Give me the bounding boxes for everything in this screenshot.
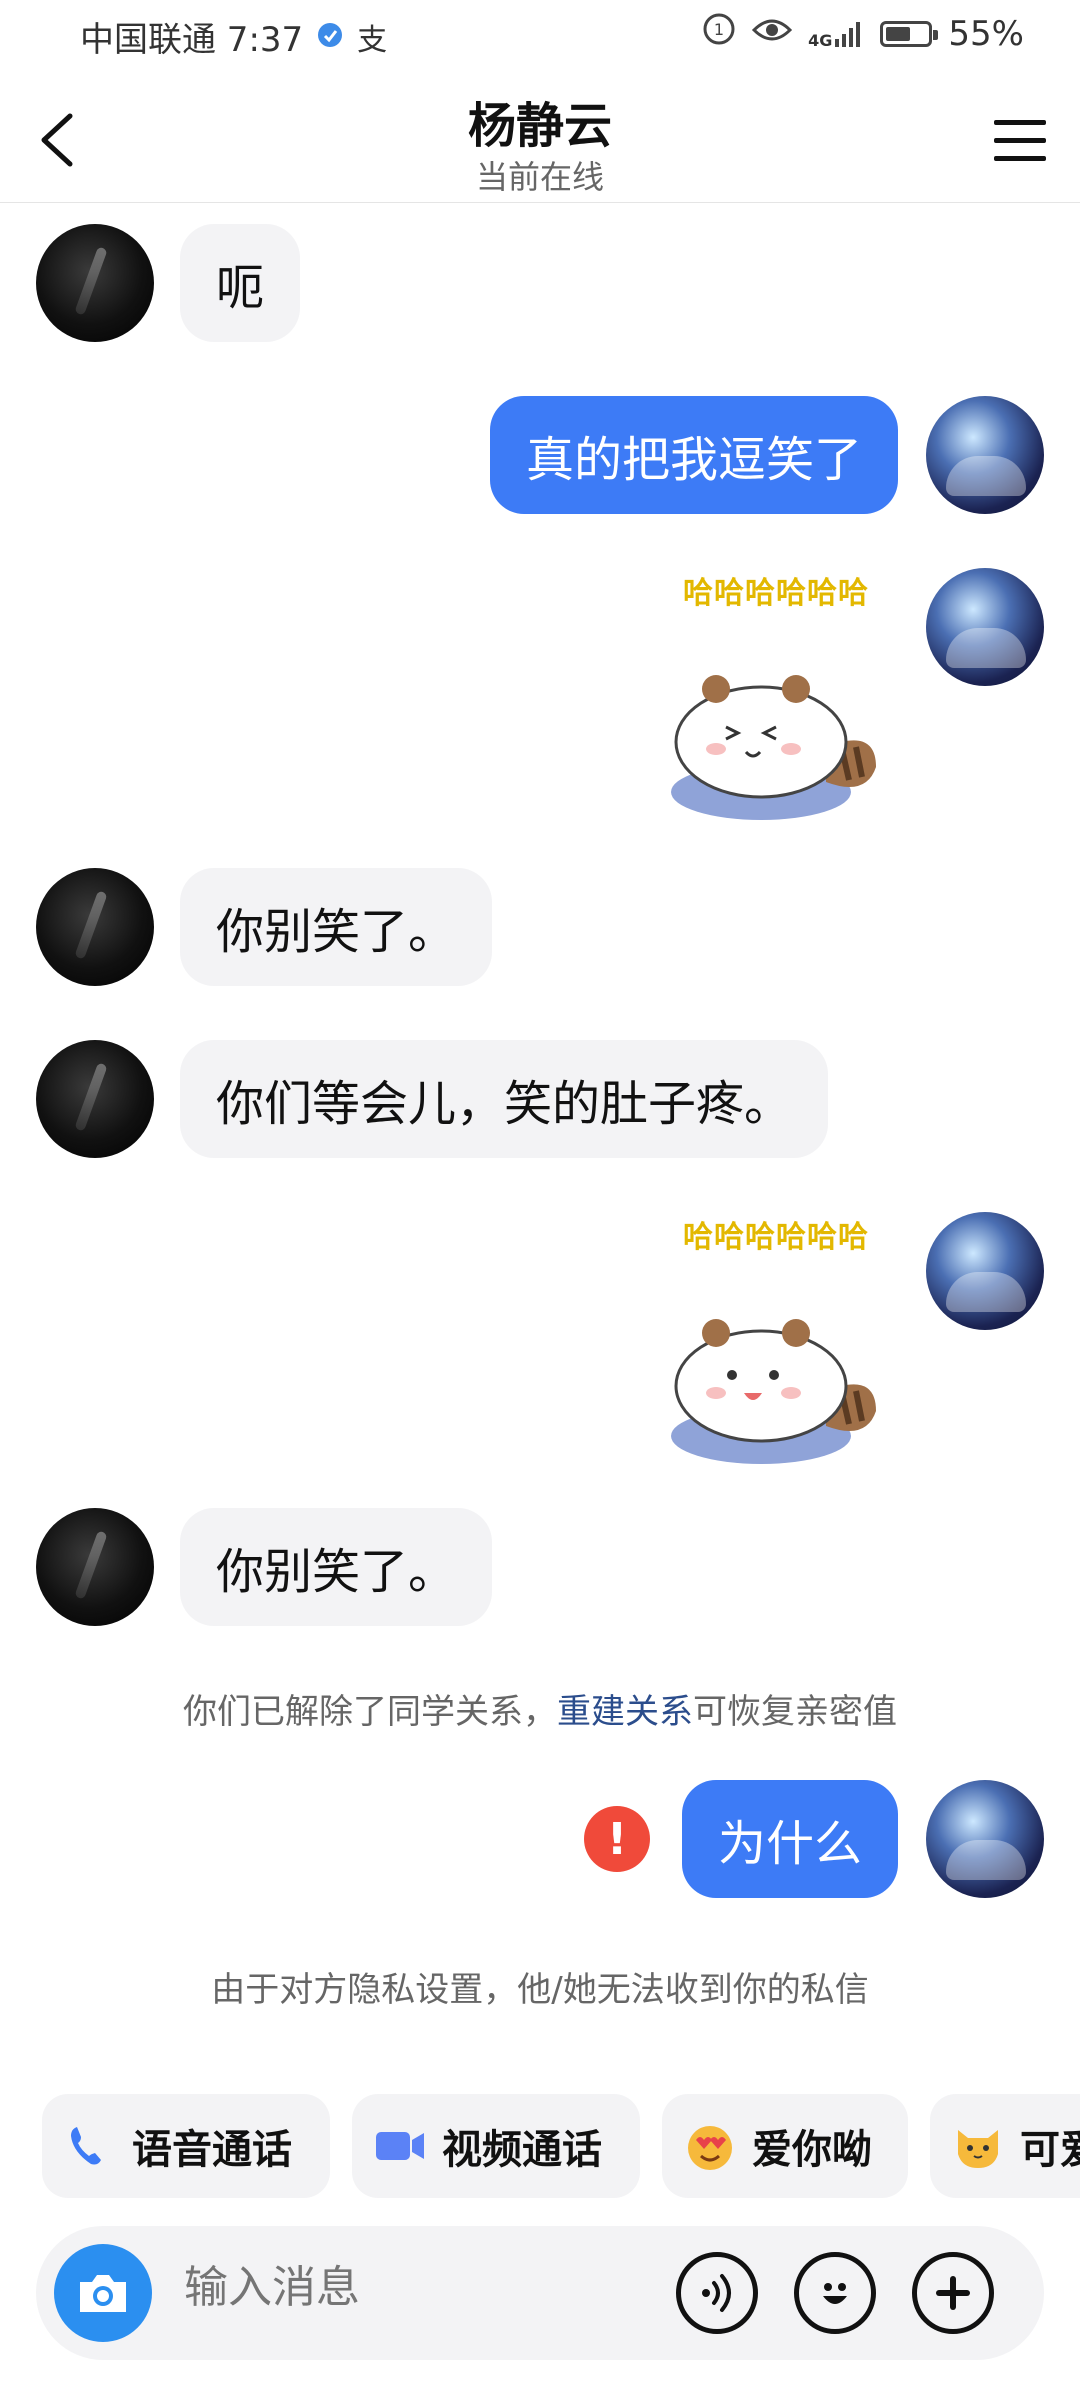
camera-button[interactable] [54, 2244, 152, 2342]
network-type: 4G [808, 30, 833, 50]
battery-level: 55% [948, 13, 1024, 54]
cat-emoji-icon [952, 2120, 1004, 2172]
hamburger-menu-icon [994, 120, 1046, 161]
chat-header: 杨静云 当前在线 [0, 72, 1080, 203]
notice-text-suffix: 可恢复亲密值 [693, 1692, 897, 1732]
voice-input-button[interactable] [676, 2252, 758, 2334]
message-bubble-received[interactable]: 你们等会儿，笑的肚子疼。 [180, 1040, 829, 1158]
chip-label: 可爱 [1020, 2127, 1080, 2173]
sticker-caption: 哈哈哈哈哈哈 [683, 1220, 869, 1255]
phone-icon [64, 2120, 116, 2172]
notice-text: 你们已解除了同学关系， [183, 1692, 557, 1732]
sticker-message[interactable]: 哈哈哈哈哈哈 [656, 1212, 896, 1490]
svg-text:1: 1 [714, 20, 724, 39]
signal-icon: 4G [808, 19, 864, 49]
relationship-notice: 你们已解除了同学关系，重建关系可恢复亲密值 [0, 1684, 1080, 1733]
contact-avatar[interactable] [36, 868, 154, 986]
contact-avatar[interactable] [36, 224, 154, 342]
my-avatar[interactable] [926, 568, 1044, 686]
sticker-message[interactable]: 哈哈哈哈哈哈 [656, 568, 896, 846]
contact-name: 杨静云 [467, 98, 612, 154]
my-avatar[interactable] [926, 396, 1044, 514]
message-bubble-received[interactable]: 你别笑了。 [180, 1508, 493, 1626]
cute-button[interactable]: 可爱 [930, 2094, 1080, 2198]
emoji-button[interactable] [794, 2252, 876, 2334]
chip-label: 爱你呦 [752, 2127, 872, 2173]
voice-wave-icon [702, 2274, 731, 2312]
battery-icon [880, 20, 939, 47]
chip-label: 语音通话 [132, 2127, 292, 2173]
message-bubble-sent[interactable]: 真的把我逗笑了 [489, 396, 898, 514]
my-avatar[interactable] [926, 1780, 1044, 1898]
camera-icon [80, 2275, 126, 2312]
laughing-raccoon-sticker [671, 675, 876, 820]
smiley-icon [823, 2283, 847, 2304]
laughing-raccoon-sticker [671, 1319, 876, 1464]
message-input-bar [36, 2226, 1044, 2360]
love-you-button[interactable]: 爱你呦 [662, 2094, 908, 2198]
eye-icon [752, 14, 793, 54]
status-bar: 中国联通 7:37 支 1 4G 55% [0, 0, 1080, 72]
rebuild-relationship-link[interactable]: 重建关系 [557, 1692, 693, 1732]
carrier-time: 中国联通 7:37 [80, 20, 304, 60]
plus-icon [936, 2276, 970, 2310]
online-status: 当前在线 [475, 158, 604, 196]
app-notification-icon [317, 17, 343, 57]
privacy-notice: 由于对方隐私设置，他/她无法收到你的私信 [211, 1970, 869, 2010]
menu-button[interactable] [990, 110, 1050, 170]
status-right: 1 4G 55% [702, 12, 1024, 55]
message-input[interactable] [184, 2262, 664, 2313]
data-saver-icon: 1 [702, 12, 736, 55]
heart-eyes-emoji-icon [684, 2120, 736, 2172]
alipay-icon: 支 [357, 22, 388, 58]
chip-label: 视频通话 [442, 2127, 602, 2173]
sticker-caption: 哈哈哈哈哈哈 [683, 576, 869, 611]
video-call-button[interactable]: 视频通话 [352, 2094, 640, 2198]
voice-call-button[interactable]: 语音通话 [42, 2094, 330, 2198]
video-icon [374, 2120, 426, 2172]
message-bubble-received[interactable]: 你别笑了。 [180, 868, 493, 986]
contact-avatar[interactable] [36, 1508, 154, 1626]
contact-avatar[interactable] [36, 1040, 154, 1158]
more-button[interactable] [912, 2252, 994, 2334]
send-failed-icon[interactable]: ! [584, 1806, 650, 1872]
status-left: 中国联通 7:37 支 [80, 12, 387, 61]
message-bubble-received[interactable]: 呃 [180, 224, 301, 342]
message-bubble-sent[interactable]: 为什么 [681, 1780, 898, 1898]
my-avatar[interactable] [926, 1212, 1044, 1330]
